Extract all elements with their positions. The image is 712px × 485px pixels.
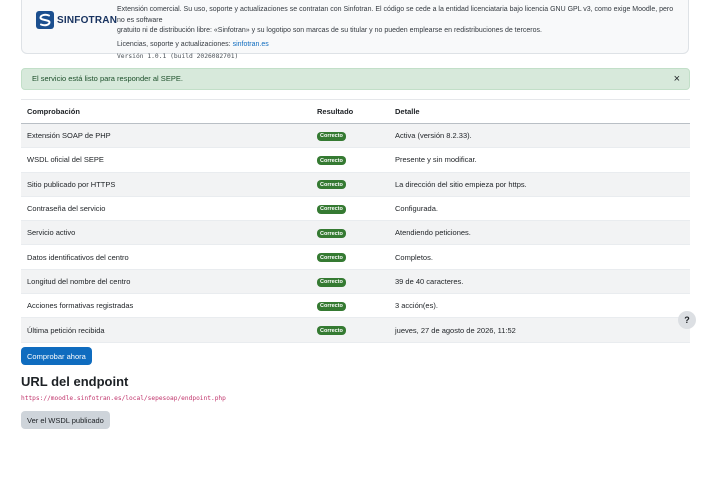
- check-result: Correcto: [311, 172, 389, 197]
- plugin-description: Extensión comercial. Su uso, soporte y a…: [117, 5, 677, 63]
- table-row: Última petición recibida Correcto jueves…: [21, 317, 690, 343]
- table-row: Servicio activo Correcto Atendiendo peti…: [21, 220, 690, 246]
- table-row: Acciones formativas registradas Correcto…: [21, 293, 690, 319]
- description-line: Extensión comercial. Su uso, soporte y a…: [117, 6, 674, 24]
- endpoint-title: URL del endpoint: [21, 374, 129, 389]
- check-detail: La dirección del sitio empieza por https…: [389, 172, 690, 197]
- check-detail: jueves, 27 de agosto de 2026, 11:52: [389, 317, 690, 343]
- header-detail: Detalle: [389, 99, 690, 124]
- status-badge: Correcto: [317, 229, 346, 239]
- license-link[interactable]: sinfotran.es: [233, 41, 269, 48]
- view-wsdl-button[interactable]: Ver el WSDL publicado: [21, 411, 110, 429]
- table-row: Datos identificativos del centro Correct…: [21, 244, 690, 270]
- check-detail: 3 acción(es).: [389, 293, 690, 319]
- version-text: Versión 1.0.1 (build 2026082701): [117, 53, 239, 60]
- check-result: Correcto: [311, 147, 389, 173]
- check-name: Servicio activo: [21, 220, 311, 246]
- check-result: Correcto: [311, 196, 389, 222]
- header-result: Resultado: [311, 99, 389, 124]
- table-row: Contraseña del servicio Correcto Configu…: [21, 196, 690, 222]
- plugin-info-card: SINFOTRAN Extensión comercial. Su uso, s…: [21, 0, 689, 60]
- check-result: Correcto: [311, 317, 389, 343]
- table-row: Extensión SOAP de PHP Correcto Activa (v…: [21, 123, 690, 149]
- check-detail: Activa (versión 8.2.33).: [389, 123, 690, 149]
- status-badge: Correcto: [317, 131, 346, 141]
- check-result: Correcto: [311, 293, 389, 319]
- check-detail: Configurada.: [389, 196, 690, 222]
- status-badge: Correcto: [317, 253, 346, 263]
- check-name: Datos identificativos del centro: [21, 244, 311, 270]
- check-name: WSDL oficial del SEPE: [21, 147, 311, 173]
- table-row: WSDL oficial del SEPE Correcto Presente …: [21, 147, 690, 173]
- check-result: Correcto: [311, 269, 389, 295]
- license-prefix: Licencias, soporte y actualizaciones:: [117, 40, 233, 48]
- check-name: Acciones formativas registradas: [21, 293, 311, 319]
- status-badge: Correcto: [317, 156, 346, 166]
- help-icon[interactable]: ?: [678, 311, 696, 329]
- check-detail: Presente y sin modificar.: [389, 147, 690, 173]
- table-row: Sitio publicado por HTTPS Correcto La di…: [21, 172, 690, 197]
- status-badge: Correcto: [317, 204, 346, 214]
- table-row: Longitud del nombre del centro Correcto …: [21, 269, 690, 295]
- check-name: Contraseña del servicio: [21, 196, 311, 222]
- alert-message: El servicio está listo para responder al…: [32, 74, 183, 83]
- check-detail: Completos.: [389, 244, 690, 270]
- check-result: Correcto: [311, 123, 389, 149]
- table-header-row: Comprobación Resultado Detalle: [21, 99, 690, 124]
- status-badge: Correcto: [317, 301, 346, 311]
- description-line: gratuito ni de distribución libre: «Sinf…: [117, 27, 542, 34]
- check-result: Correcto: [311, 220, 389, 246]
- close-icon[interactable]: ×: [674, 69, 680, 89]
- endpoint-url: https://moodle.sinfotran.es/local/sepeso…: [21, 395, 226, 402]
- logo-text: SINFOTRAN: [57, 14, 118, 26]
- status-badge: Correcto: [317, 180, 346, 190]
- status-alert: El servicio está listo para responder al…: [21, 68, 690, 90]
- check-name: Extensión SOAP de PHP: [21, 123, 311, 149]
- check-name: Sitio publicado por HTTPS: [21, 172, 311, 197]
- check-name: Última petición recibida: [21, 317, 311, 343]
- status-badge: Correcto: [317, 277, 346, 287]
- check-detail: Atendiendo peticiones.: [389, 220, 690, 246]
- status-badge: Correcto: [317, 326, 346, 336]
- checks-table: Comprobación Resultado Detalle Extensión…: [21, 99, 690, 343]
- check-result: Correcto: [311, 244, 389, 270]
- sinfotran-logo: SINFOTRAN: [36, 11, 117, 29]
- check-name: Longitud del nombre del centro: [21, 269, 311, 295]
- license-line: Licencias, soporte y actualizaciones: si…: [117, 40, 677, 51]
- sinfotran-logo-icon: [36, 11, 54, 29]
- check-now-button[interactable]: Comprobar ahora: [21, 347, 92, 365]
- header-check: Comprobación: [21, 99, 311, 124]
- check-detail: 39 de 40 caracteres.: [389, 269, 690, 295]
